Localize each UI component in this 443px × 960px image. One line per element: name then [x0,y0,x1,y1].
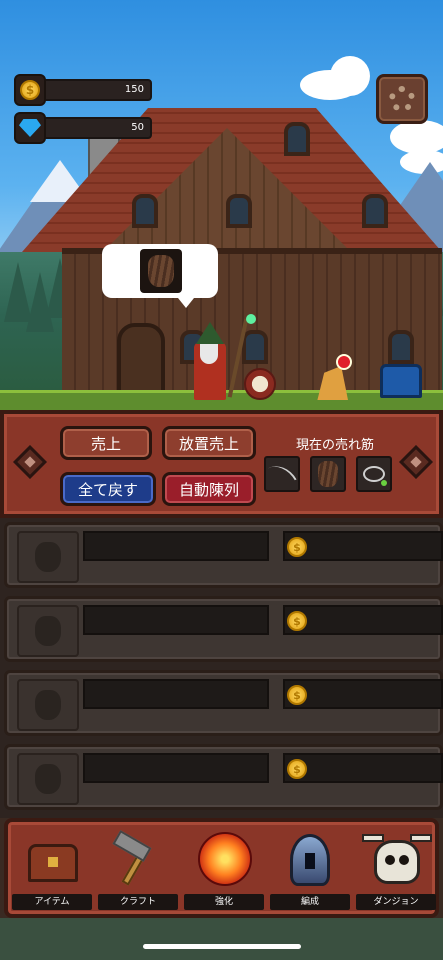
gold-amount: 150 [42,79,152,101]
shop-control-panel: 売上 放置売上 全て戻す 自動陳列 現在の売れ筋 [0,410,443,518]
nav-item-craft[interactable]: クラフト [96,830,180,912]
shelf-row[interactable]: $ [4,744,443,810]
hammer-icon [108,830,168,888]
settings-button[interactable] [376,74,428,124]
footer-ground [0,918,443,960]
shelf-item-name [83,605,269,635]
nav-item-dungeon[interactable]: ダンジョン [354,830,438,912]
bow-icon [267,458,297,490]
speech-bubble[interactable] [102,244,218,308]
window [362,194,388,228]
necklace-icon [363,466,387,486]
shelf-item-slot[interactable] [17,753,79,805]
sack-icon [35,690,61,720]
nav-label: 強化 [184,894,264,910]
coin-icon: $ [287,685,307,705]
nav-item-formation[interactable]: 編成 [268,830,352,912]
shelf-list: $ $ $ $ [0,518,443,818]
left-arrow-button[interactable] [13,445,47,479]
shelf-row[interactable]: $ [4,522,443,588]
sales-button[interactable]: 売上 [60,426,152,460]
trending-slot-necklace[interactable] [356,456,392,492]
shelf-row[interactable]: $ [4,596,443,662]
window [242,330,268,364]
coin-icon: $ [287,537,307,557]
window [132,194,158,228]
return-all-button[interactable]: 全て戻す [60,472,156,506]
shelf-item-slot[interactable] [17,679,79,731]
nav-item-items[interactable]: アイテム [10,830,94,912]
shelf-item-price [283,753,443,783]
sack-icon [35,542,61,572]
home-indicator[interactable] [143,944,301,949]
gear-icon [389,86,415,112]
gem-icon [14,112,46,144]
trending-slot-bow[interactable] [264,456,300,492]
beard [200,342,218,364]
cloud [330,56,370,96]
window [388,330,414,364]
coin-icon: $ [287,611,307,631]
trending-label: 現在の売れ筋 [296,438,375,453]
right-arrow-button[interactable] [399,445,433,479]
nav-label: ダンジョン [356,894,436,910]
gold-counter: $ 150 [14,74,152,106]
shelf-item-name [83,679,269,709]
blue-chest-item[interactable] [380,364,422,398]
nav-label: 編成 [270,894,350,910]
shield-icon [140,249,182,293]
shop-scene [0,0,443,412]
shelf-item-name [83,753,269,783]
nav-label: クラフト [98,894,178,910]
coin-icon: $ [287,759,307,779]
staff-orb [246,314,256,324]
trending-slot-shield[interactable] [310,456,346,492]
shelf-item-name [83,531,269,561]
nav-item-enhance[interactable]: 強化 [182,830,266,912]
shield-icon [318,461,338,487]
compass-item[interactable] [244,368,276,400]
hat [196,322,224,344]
shelf-item-price [283,679,443,709]
chest-icon [22,830,82,888]
nav-label: アイテム [12,894,92,910]
window [284,122,310,156]
shelf-item-slot[interactable] [17,605,79,657]
shelf-item-price [283,531,443,561]
helmet-icon [280,830,340,888]
skull-icon [362,830,432,888]
window [226,194,252,228]
shelf-item-price [283,605,443,635]
shelf-item-slot[interactable] [17,531,79,583]
gold-coin-icon: $ [14,74,46,106]
shopkeeper-character[interactable] [190,322,230,400]
shelf-row[interactable]: $ [4,670,443,736]
marker-pin [336,354,352,370]
bottom-nav: アイテム クラフト 強化 編成 ダンジョン [4,818,439,918]
gem-counter: 50 [14,112,152,144]
gem-amount: 50 [42,117,152,139]
sack-icon [35,616,61,646]
fire-icon [194,830,254,888]
auto-display-button[interactable]: 自動陳列 [162,472,256,506]
sack-icon [35,764,61,794]
idle-sales-button[interactable]: 放置売上 [162,426,256,460]
